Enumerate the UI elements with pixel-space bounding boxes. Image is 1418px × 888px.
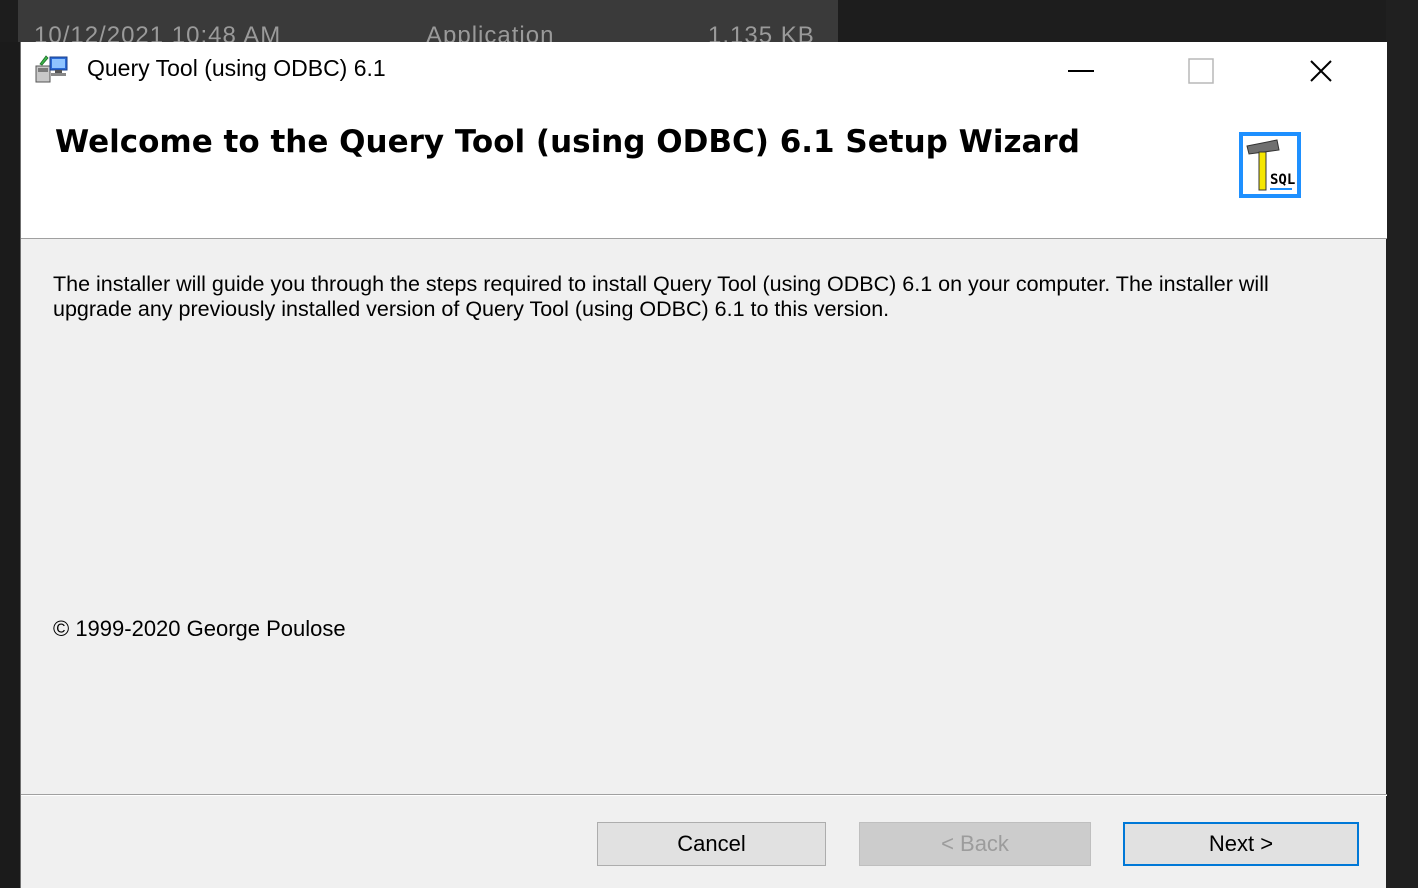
page-title: Welcome to the Query Tool (using ODBC) 6…: [55, 124, 1080, 160]
wizard-description: The installer will guide you through the…: [53, 272, 1269, 321]
window-title: Query Tool (using ODBC) 6.1: [87, 55, 386, 81]
logo-text: SQL: [1270, 172, 1295, 188]
cancel-button[interactable]: Cancel: [597, 822, 826, 866]
copyright-text: © 1999-2020 George Poulose: [53, 616, 346, 641]
footer-divider: [21, 794, 1387, 796]
desktop-background-edge: [1386, 0, 1418, 888]
close-icon: [1310, 60, 1332, 82]
title-bar[interactable]: Query Tool (using ODBC) 6.1: [21, 42, 1387, 100]
back-button[interactable]: < Back: [859, 822, 1091, 866]
background-file-row: 10/12/2021 10:48 AM Application 1,135 KB: [18, 0, 838, 42]
maximize-icon: [1188, 58, 1214, 84]
wizard-header: Welcome to the Query Tool (using ODBC) 6…: [21, 100, 1387, 239]
background-file-size: 1,135 KB: [708, 22, 815, 42]
close-button[interactable]: [1271, 42, 1371, 100]
minimize-icon: [1068, 70, 1094, 72]
background-file-date: 10/12/2021 10:48 AM: [34, 22, 282, 42]
background-file-type: Application: [426, 22, 555, 42]
maximize-button[interactable]: [1151, 42, 1251, 100]
next-button[interactable]: Next >: [1123, 822, 1359, 866]
installer-icon: [35, 55, 68, 83]
minimize-button[interactable]: [1031, 42, 1131, 100]
sql-tool-logo-icon: SQL: [1239, 132, 1301, 198]
setup-wizard-window: Query Tool (using ODBC) 6.1 Welcome to t…: [20, 42, 1387, 888]
